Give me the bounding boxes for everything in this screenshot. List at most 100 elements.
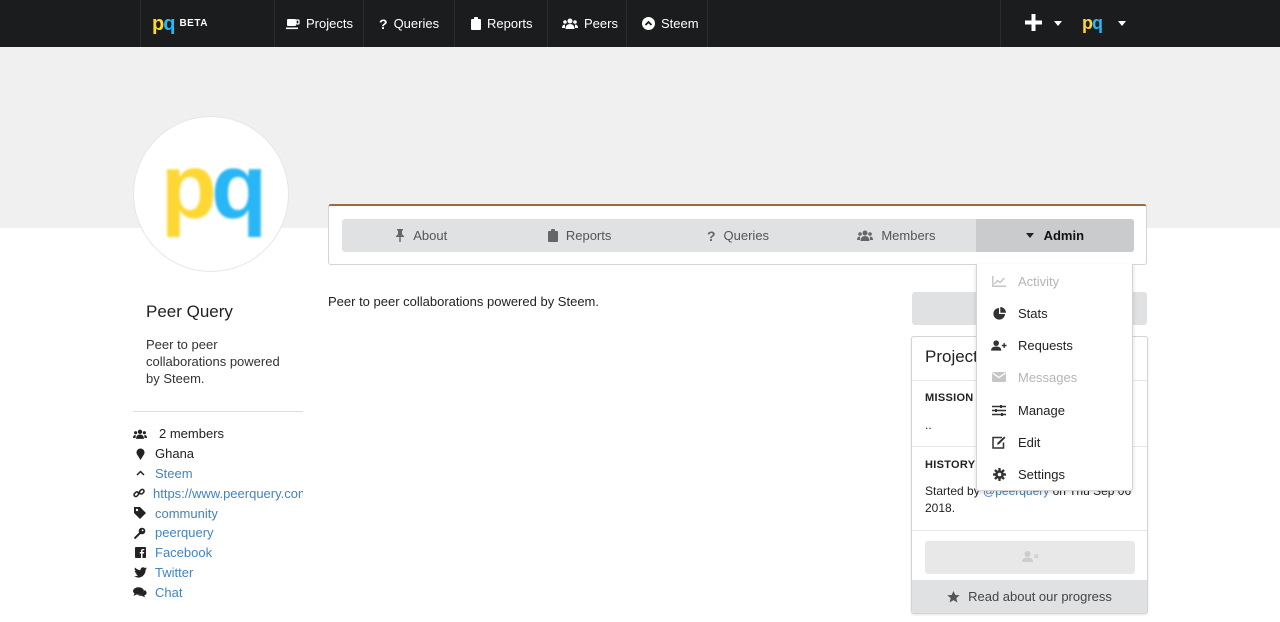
user-times-icon (1021, 550, 1039, 565)
read-progress-label: Read about our progress (968, 589, 1112, 604)
leave-project-button[interactable] (925, 541, 1135, 574)
clipboard-icon (547, 229, 558, 242)
about-description: Peer to peer collaborations powered by S… (328, 294, 599, 309)
project-tabs-container: About Reports ? Queries Members Admin (328, 204, 1147, 265)
tab-reports-label: Reports (565, 228, 612, 243)
nav-projects-label: Projects (306, 16, 353, 31)
menu-item-messages[interactable]: Messages (977, 361, 1132, 393)
map-marker-icon (133, 448, 147, 460)
tab-members-label: Members (881, 228, 936, 243)
star-icon (947, 590, 960, 603)
project-description: Peer to peer collaborations powered by S… (146, 337, 280, 386)
meta-steem[interactable]: Steem (133, 464, 303, 484)
steem-icon (642, 17, 655, 30)
menu-item-edit-label: Edit (1018, 434, 1041, 450)
history-prefix: Started by (925, 484, 980, 498)
meta-steem-link[interactable]: Steem (155, 466, 193, 481)
envelope-icon (991, 372, 1007, 382)
menu-item-manage[interactable]: Manage (977, 394, 1132, 426)
menu-item-requests[interactable]: Requests (977, 329, 1132, 361)
nav-peers[interactable]: Peers (547, 0, 626, 47)
key-icon (133, 527, 147, 539)
meta-tag-link[interactable]: community (155, 506, 218, 521)
menu-item-stats-label: Stats (1018, 305, 1048, 321)
history-year: 2018. (925, 501, 956, 515)
project-title: Peer Query (146, 302, 233, 321)
menu-item-settings[interactable]: Settings (977, 458, 1132, 490)
question-icon: ? (379, 15, 388, 32)
user-logo: pq (1082, 13, 1103, 33)
pin-icon (395, 229, 405, 242)
tag-icon (133, 507, 147, 520)
read-progress-button[interactable]: Read about our progress (912, 580, 1147, 613)
sliders-icon (991, 404, 1007, 416)
project-meta-list: 2 members Ghana Steem https://www.peerqu… (133, 424, 303, 602)
clipboard-icon (471, 17, 481, 30)
nav-reports-label: Reports (487, 16, 533, 31)
nav-right: pq (1000, 0, 1280, 47)
meta-website[interactable]: https://www.peerquery.com (133, 483, 303, 503)
meta-twitter[interactable]: Twitter (133, 563, 303, 583)
user-menu-button[interactable]: pq (1082, 13, 1126, 34)
meta-twitter-link[interactable]: Twitter (155, 565, 193, 580)
tab-admin[interactable]: Admin (975, 219, 1135, 252)
menu-item-settings-label: Settings (1018, 466, 1065, 482)
cog-icon (991, 467, 1007, 481)
meta-website-link[interactable]: https://www.peerquery.com (153, 486, 303, 501)
users-icon (857, 230, 874, 241)
menu-item-manage-label: Manage (1018, 402, 1065, 418)
menu-item-activity[interactable]: Activity (977, 265, 1132, 297)
edit-icon (991, 436, 1007, 449)
mission-label: MISSION (925, 392, 974, 404)
coffee-icon (286, 18, 300, 30)
meta-tag[interactable]: community (133, 503, 303, 523)
tab-about-label: About (413, 228, 448, 243)
chart-pie-icon (991, 306, 1007, 320)
history-label: HISTORY (925, 459, 976, 471)
twitter-icon (133, 567, 147, 578)
top-nav: pq BETA Projects ? Queries Reports Peers… (0, 0, 1280, 47)
menu-item-activity-label: Activity (1018, 273, 1060, 289)
chevron-up-icon (133, 470, 147, 477)
admin-dropdown-menu: Activity Stats Requests Messages Manage … (976, 264, 1133, 491)
tab-reports[interactable]: Reports (500, 219, 658, 252)
users-icon (133, 429, 147, 439)
add-menu-button[interactable] (1025, 12, 1062, 36)
caret-down-icon (1054, 21, 1062, 26)
user-plus-icon (991, 339, 1007, 351)
nav-reports[interactable]: Reports (454, 0, 547, 47)
brand-logo: pq (152, 12, 175, 35)
project-tabs: About Reports ? Queries Members Admin (342, 219, 1135, 252)
plus-icon (1025, 12, 1042, 36)
meta-chat-link[interactable]: Chat (155, 585, 182, 600)
caret-down-icon (1025, 233, 1034, 238)
tab-about[interactable]: About (342, 219, 500, 252)
link-icon (133, 487, 145, 499)
card-header: Project (925, 347, 978, 366)
nav-peers-label: Peers (584, 16, 618, 31)
question-icon: ? (706, 227, 716, 244)
divider (912, 530, 1147, 531)
meta-key-link[interactable]: peerquery (155, 525, 214, 540)
project-avatar: pq (133, 116, 289, 272)
tab-queries[interactable]: ? Queries (659, 219, 817, 252)
meta-location: Ghana (133, 444, 303, 464)
comments-icon (133, 586, 147, 598)
menu-item-edit[interactable]: Edit (977, 426, 1132, 458)
meta-key[interactable]: peerquery (133, 523, 303, 543)
users-icon (562, 18, 578, 29)
meta-facebook-link[interactable]: Facebook (155, 545, 212, 560)
menu-item-stats[interactable]: Stats (977, 297, 1132, 329)
divider (133, 411, 303, 412)
nav-steem[interactable]: Steem (626, 0, 708, 47)
tab-members[interactable]: Members (817, 219, 975, 252)
brand-home-link[interactable]: pq BETA (140, 0, 274, 47)
nav-queries[interactable]: ? Queries (363, 0, 454, 47)
nav-queries-label: Queries (393, 16, 440, 31)
caret-down-icon (1118, 21, 1126, 26)
meta-chat[interactable]: Chat (133, 582, 303, 602)
meta-facebook[interactable]: Facebook (133, 543, 303, 563)
meta-location-text: Ghana (155, 446, 195, 462)
nav-projects[interactable]: Projects (274, 0, 363, 47)
menu-item-messages-label: Messages (1018, 369, 1078, 385)
